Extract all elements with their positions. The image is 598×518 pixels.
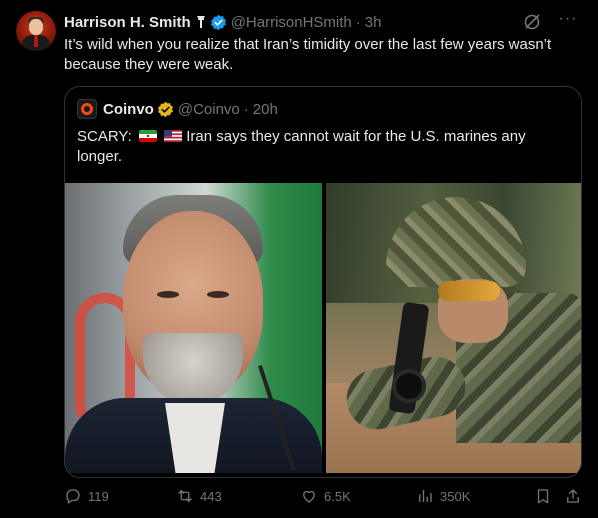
- affiliate-badge-icon[interactable]: [195, 15, 207, 29]
- us-flag-icon: [164, 130, 183, 142]
- author-handle[interactable]: @HarrisonHSmith: [231, 14, 352, 31]
- grok-icon[interactable]: [522, 12, 542, 32]
- repost-count: 443: [200, 488, 222, 504]
- repost-button[interactable]: 443: [176, 485, 222, 507]
- tweet-action-bar: 119 443 6.5K 350K: [64, 485, 584, 507]
- reply-button[interactable]: 119: [64, 485, 109, 507]
- media-image-marine[interactable]: [326, 183, 581, 473]
- quote-tweet-card[interactable]: Coinvo @Coinvo · 20h SCARY: Iran says th…: [64, 86, 582, 478]
- quote-media-grid: [65, 183, 581, 473]
- reply-count: 119: [88, 488, 109, 504]
- repost-icon: [178, 489, 192, 503]
- quote-timestamp[interactable]: 20h: [253, 101, 278, 118]
- verified-badge-icon[interactable]: [210, 14, 227, 31]
- quote-author-handle[interactable]: @Coinvo: [178, 101, 240, 118]
- quote-text: SCARY: Iran says they cannot wait for th…: [77, 127, 571, 167]
- more-options-icon[interactable]: ···: [558, 11, 578, 32]
- author-avatar[interactable]: [16, 11, 56, 51]
- quote-avatar[interactable]: [77, 99, 97, 119]
- heart-icon: [303, 490, 315, 503]
- quote-text-prefix: SCARY:: [77, 128, 132, 145]
- quote-separator-dot: ·: [243, 100, 249, 118]
- media-image-diplomat[interactable]: [65, 183, 322, 473]
- author-name[interactable]: Harrison H. Smith: [64, 14, 191, 31]
- tweet-timestamp[interactable]: 3h: [365, 14, 382, 31]
- avatar-tie: [34, 35, 38, 47]
- like-button[interactable]: 6.5K: [300, 485, 351, 507]
- views-chart-icon: [419, 490, 432, 502]
- share-icon: [567, 489, 579, 503]
- iran-flag-icon: [138, 130, 157, 142]
- view-count: 350K: [440, 488, 471, 504]
- reply-icon: [66, 489, 80, 505]
- tweet-text: It’s wild when you realize that Iran’s t…: [64, 36, 552, 73]
- quote-header: Coinvo @Coinvo · 20h: [77, 99, 278, 119]
- avatar-face: [29, 19, 43, 35]
- views-button[interactable]: 350K: [416, 485, 470, 507]
- tweet-header: Harrison H. Smith @HarrisonHSmith · 3h ·…: [64, 11, 582, 32]
- share-button[interactable]: [564, 485, 588, 507]
- gold-verified-badge-icon[interactable]: [157, 101, 174, 118]
- quote-author-name[interactable]: Coinvo: [103, 101, 154, 118]
- bookmark-icon: [537, 489, 549, 504]
- bookmark-button[interactable]: [534, 485, 558, 507]
- separator-dot: ·: [355, 13, 361, 31]
- like-count: 6.5K: [324, 488, 351, 504]
